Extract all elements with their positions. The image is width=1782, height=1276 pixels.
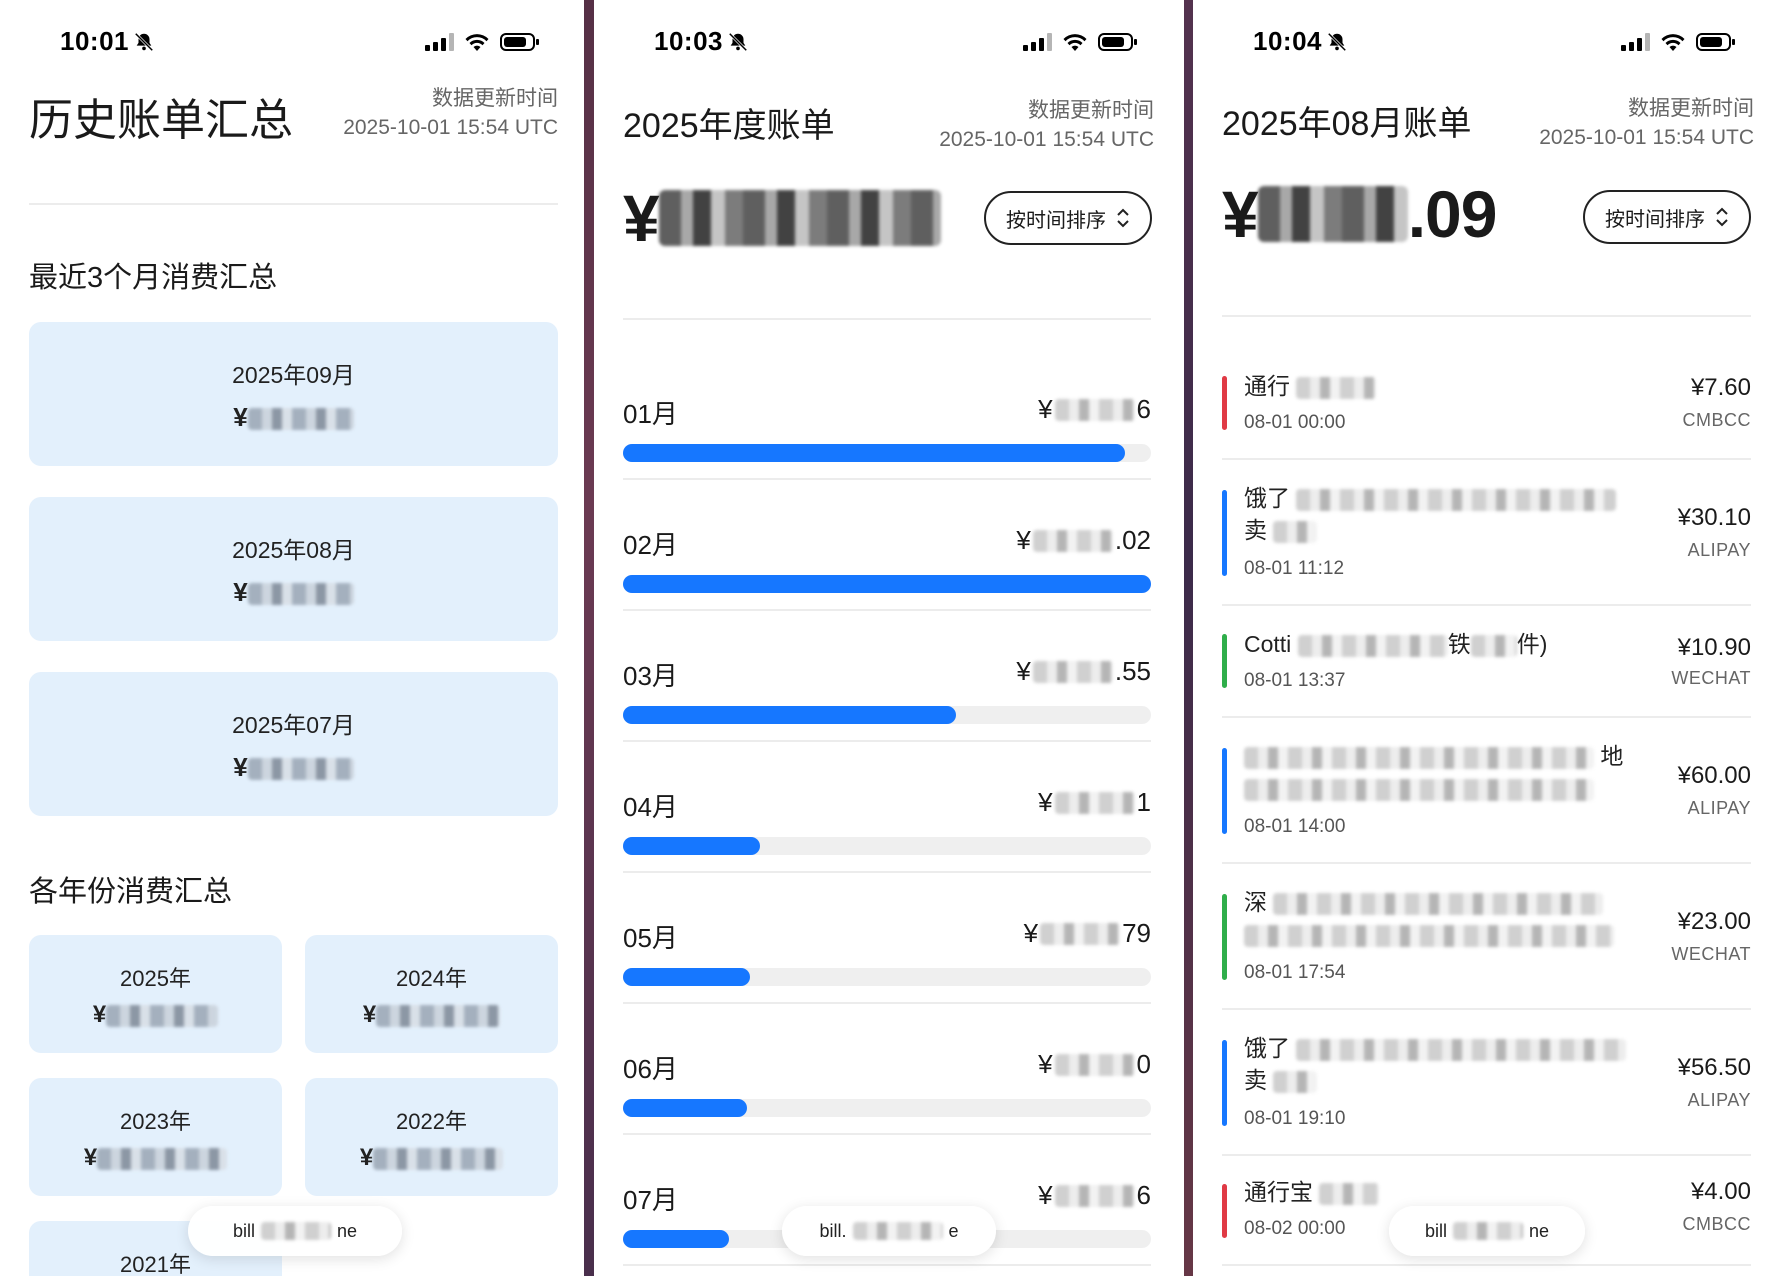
- progress-fill: [623, 706, 956, 724]
- category-color-bar: [1222, 1184, 1227, 1238]
- year-card-2025[interactable]: 2025年 ¥: [29, 935, 282, 1053]
- year-card-2023[interactable]: 2023年 ¥: [29, 1078, 282, 1196]
- month-row-02[interactable]: 02月 ¥ .02: [623, 481, 1151, 611]
- yearly-section-title: 各年份消费汇总: [29, 876, 233, 908]
- month-card-2025-08[interactable]: 2025年08月 ¥: [29, 497, 558, 641]
- divider: [623, 318, 1151, 320]
- sort-by-time-button[interactable]: 按时间排序: [1583, 190, 1751, 244]
- url-pill[interactable]: bill ne: [1389, 1206, 1585, 1256]
- status-bar: 10:03: [594, 26, 1184, 60]
- masked-amount: [106, 1004, 219, 1027]
- transaction-row[interactable]: 通行 08-01 00:00 ¥7.60 CMBCC: [1222, 356, 1751, 460]
- wifi-icon: [465, 34, 489, 51]
- monthly-bill-screen: 10:04 2025年08月账单 数据更新时间 2025-10-01 15:54…: [1193, 0, 1782, 1276]
- category-color-bar: [1222, 748, 1227, 834]
- status-time: 10:04: [1253, 26, 1348, 57]
- wifi-icon: [1063, 34, 1087, 51]
- page-title: 2025年度账单: [623, 107, 835, 145]
- cellular-signal-icon: [1023, 33, 1052, 51]
- masked-amount: [247, 758, 354, 781]
- status-time: 10:01: [60, 26, 155, 57]
- month-row-03[interactable]: 03月 ¥ .55: [623, 612, 1151, 742]
- month-row-04[interactable]: 04月 ¥1: [623, 743, 1151, 873]
- transaction-row[interactable]: 深 08-01 17:54 ¥23.00 WECHAT: [1222, 864, 1751, 1010]
- page-title: 历史账单汇总: [29, 96, 293, 145]
- sort-by-time-button[interactable]: 按时间排序: [984, 191, 1152, 245]
- progress-track: [623, 968, 1151, 986]
- progress-fill: [623, 837, 761, 855]
- progress-track: [623, 1099, 1151, 1117]
- bell-slash-icon: [134, 32, 154, 51]
- year-card-2022[interactable]: 2022年 ¥: [305, 1078, 558, 1196]
- page-title: 2025年08月账单: [1222, 105, 1472, 143]
- status-time: 10:03: [654, 26, 749, 57]
- update-time: 数据更新时间 2025-10-01 15:54 UTC: [939, 99, 1154, 151]
- summary-screen: 10:01 历史账单汇总 数据更新时间 2025-10-01 15:54 UTC…: [0, 0, 584, 1276]
- transaction-row[interactable]: 地 08-01 14:00 ¥60.00 ALIPAY: [1222, 718, 1751, 864]
- masked-amount: [373, 1147, 504, 1170]
- recent-section-title: 最近3个月消费汇总: [29, 262, 278, 294]
- url-pill[interactable]: bill. e: [782, 1206, 996, 1256]
- annual-total-amount: ¥: [623, 180, 941, 256]
- cellular-signal-icon: [1621, 33, 1650, 51]
- masked-amount: [1257, 186, 1408, 242]
- transaction-row[interactable]: Cotti 铁件) 08-01 13:37 ¥10.90 WECHAT: [1222, 606, 1751, 718]
- progress-fill: [623, 444, 1125, 462]
- masked-amount: [247, 583, 354, 606]
- transaction-row[interactable]: 饿了 卖 08-01 11:12 ¥30.10 ALIPAY: [1222, 460, 1751, 606]
- battery-icon: [1098, 33, 1137, 51]
- category-color-bar: [1222, 634, 1227, 688]
- month-row-05[interactable]: 05月 ¥79: [623, 874, 1151, 1004]
- progress-fill: [623, 1099, 748, 1117]
- progress-track: [623, 706, 1151, 724]
- battery-icon: [500, 33, 539, 51]
- masked-amount: [97, 1147, 228, 1170]
- monthly-total-amount: ¥ .09: [1222, 177, 1497, 251]
- year-card-2024[interactable]: 2024年 ¥: [305, 935, 558, 1053]
- progress-track: [623, 837, 1151, 855]
- category-color-bar: [1222, 376, 1227, 430]
- progress-track: [623, 575, 1151, 593]
- status-bar: 10:04: [1193, 26, 1782, 60]
- month-row-01[interactable]: 01月 ¥6: [623, 350, 1151, 480]
- divider: [29, 203, 558, 205]
- category-color-bar: [1222, 1040, 1227, 1126]
- update-time: 数据更新时间 2025-10-01 15:54 UTC: [1539, 97, 1754, 149]
- divider: [1222, 315, 1751, 317]
- chevron-up-down-icon: [1117, 208, 1129, 228]
- masked-amount: [247, 408, 354, 431]
- battery-icon: [1696, 33, 1735, 51]
- status-bar: 10:01: [0, 26, 584, 60]
- bell-slash-icon: [1327, 32, 1347, 51]
- month-card-2025-09[interactable]: 2025年09月 ¥: [29, 322, 558, 466]
- update-time: 数据更新时间 2025-10-01 15:54 UTC: [343, 87, 558, 139]
- url-pill[interactable]: bill ne: [188, 1206, 402, 1256]
- category-color-bar: [1222, 894, 1227, 980]
- progress-fill: [623, 968, 750, 986]
- month-row-06[interactable]: 06月 ¥0: [623, 1005, 1151, 1135]
- bell-slash-icon: [728, 32, 748, 51]
- annual-bill-screen: 10:03 2025年度账单 数据更新时间 2025-10-01 15:54 U…: [594, 0, 1184, 1276]
- masked-amount: [658, 190, 941, 246]
- chevron-up-down-icon: [1716, 207, 1728, 227]
- progress-track: [623, 444, 1151, 462]
- progress-fill: [623, 1230, 729, 1248]
- category-color-bar: [1222, 490, 1227, 576]
- cellular-signal-icon: [425, 33, 454, 51]
- transaction-row[interactable]: 饿了 卖 08-01 19:10 ¥56.50 ALIPAY: [1222, 1010, 1751, 1156]
- masked-amount: [376, 1004, 501, 1027]
- wifi-icon: [1661, 34, 1685, 51]
- progress-fill: [623, 575, 1151, 593]
- month-card-2025-07[interactable]: 2025年07月 ¥: [29, 672, 558, 816]
